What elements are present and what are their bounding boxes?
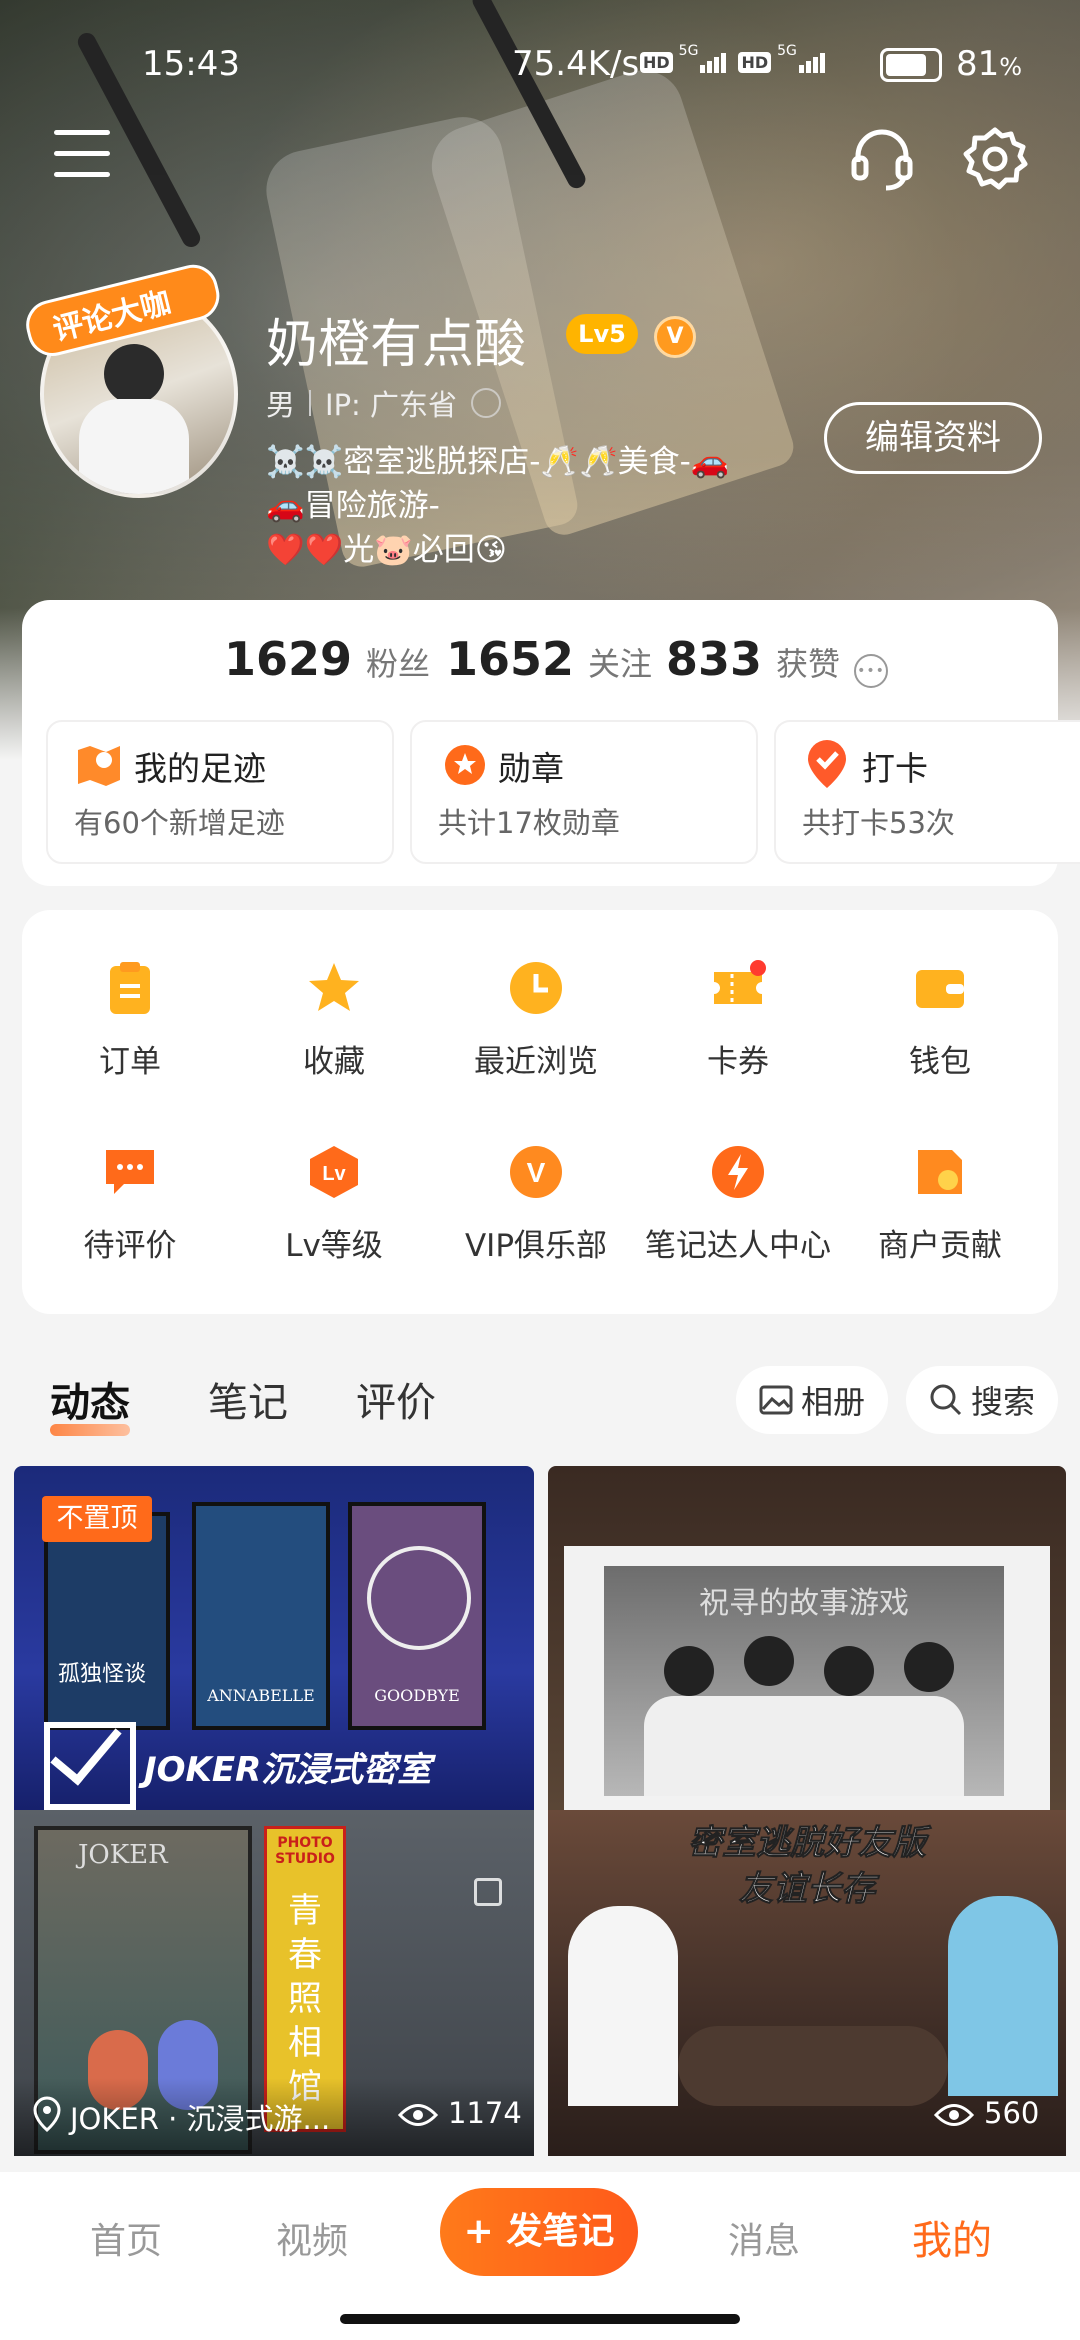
album-button[interactable]: 相册 bbox=[736, 1366, 888, 1434]
settings-gear-icon[interactable] bbox=[960, 124, 1030, 194]
network-speed: 75.4K/s bbox=[512, 44, 640, 84]
signal-icon: 5G bbox=[777, 43, 825, 73]
search-icon bbox=[930, 1384, 962, 1416]
profile-meta: 男 IP: 广东省 bbox=[266, 382, 502, 424]
wallet-icon bbox=[916, 970, 964, 1008]
svg-text:Lv: Lv bbox=[322, 1163, 346, 1185]
tab-notes[interactable]: 笔记 bbox=[208, 1370, 288, 1428]
map-icon bbox=[78, 746, 120, 786]
menu-wallet[interactable]: 钱包 bbox=[832, 910, 1048, 1090]
vip-badge[interactable]: V bbox=[654, 316, 696, 358]
view-count: 560 bbox=[984, 2096, 1040, 2130]
eye-icon bbox=[934, 2104, 974, 2126]
post-overlay-text: JOKER沉浸式密室 bbox=[144, 1750, 432, 1790]
comment-icon bbox=[106, 1150, 154, 1194]
username: 奶橙有点酸 bbox=[266, 315, 527, 375]
menu-recent[interactable]: 最近浏览 bbox=[428, 910, 644, 1090]
menu-icon[interactable] bbox=[54, 130, 110, 178]
eye-icon bbox=[398, 2104, 438, 2126]
poster: 孤独怪谈 bbox=[44, 1512, 170, 1730]
menu-level[interactable]: Lv Lv等级 bbox=[226, 1094, 442, 1274]
ip-location: IP: 广东省 bbox=[325, 388, 458, 422]
menu-merchant-contribution[interactable]: 商户贡献 bbox=[832, 1094, 1048, 1274]
home-indicator bbox=[340, 2314, 740, 2324]
menu-favorites[interactable]: 收藏 bbox=[226, 910, 442, 1090]
polaroid-photo: 祝寻的故事游戏 bbox=[564, 1546, 1050, 1810]
nav-mine[interactable]: 我的 bbox=[912, 2208, 992, 2266]
service-menu: 订单 收藏 最近浏览 卡券 钱包 待评价 Lv Lv等级 V VIP俱乐部 笔记… bbox=[22, 910, 1058, 1314]
nav-messages[interactable]: 消息 bbox=[728, 2212, 800, 2264]
status-time: 15:43 bbox=[142, 44, 240, 84]
menu-pending-review[interactable]: 待评价 bbox=[22, 1094, 238, 1274]
location-check-icon bbox=[808, 740, 846, 788]
svg-text:V: V bbox=[527, 1157, 546, 1188]
gender: 男 bbox=[266, 388, 296, 422]
lightning-icon bbox=[712, 1146, 764, 1198]
nav-home[interactable]: 首页 bbox=[90, 2212, 162, 2264]
post-card-1[interactable]: 孤独怪谈 ANNABELLE GOODBYE JOKER沉浸式密室 不置顶 JO… bbox=[14, 1466, 534, 2156]
level-icon: Lv bbox=[310, 1146, 358, 1198]
tab-updates[interactable]: 动态 bbox=[50, 1370, 130, 1436]
hd-icon: HD bbox=[640, 52, 673, 73]
shop-icon bbox=[918, 1150, 962, 1194]
edit-profile-button[interactable]: 编辑资料 bbox=[824, 402, 1042, 474]
medal-card[interactable]: 勋章 共计17枚勋章 bbox=[410, 720, 758, 864]
poster: GOODBYE bbox=[348, 1502, 486, 1730]
level-badge[interactable]: Lv5 bbox=[566, 314, 638, 354]
bio: ☠️☠️密室逃脱探店-🥂🥂美食-🚗 🚗冒险旅游- ❤️❤️光🐷必回😘 bbox=[266, 444, 730, 568]
image-icon bbox=[759, 1385, 793, 1415]
more-icon[interactable]: ••• bbox=[854, 654, 889, 688]
poster: ANNABELLE bbox=[192, 1502, 330, 1730]
create-post-button[interactable]: + 发笔记 bbox=[440, 2188, 638, 2276]
vip-icon: V bbox=[510, 1146, 562, 1198]
fans-stat[interactable]: 1629 粉丝 bbox=[224, 632, 430, 686]
search-button[interactable]: 搜索 bbox=[906, 1366, 1058, 1434]
tab-reviews[interactable]: 评价 bbox=[356, 1370, 436, 1428]
post-card-2[interactable]: 祝寻的故事游戏 密室逃脱好友版 友谊长存 560 bbox=[548, 1466, 1066, 2156]
footprint-card[interactable]: 我的足迹 有60个新增足迹 bbox=[46, 720, 394, 864]
battery-icon bbox=[880, 48, 942, 82]
menu-vip[interactable]: V VIP俱乐部 bbox=[428, 1094, 644, 1274]
checkbox-logo-icon bbox=[44, 1710, 136, 1810]
signal-icon: 5G bbox=[679, 43, 727, 73]
menu-coupons[interactable]: 卡券 bbox=[630, 910, 846, 1090]
info-icon[interactable] bbox=[471, 388, 502, 418]
signal-indicators: HD 5G HD 5G bbox=[640, 43, 825, 73]
bottom-navigation: 首页 视频 + 发笔记 消息 我的 bbox=[0, 2172, 1080, 2340]
hd-icon: HD bbox=[738, 52, 772, 73]
post-overlay-text: 密室逃脱好友版 友谊长存 bbox=[688, 1823, 927, 1910]
clipboard-icon bbox=[110, 962, 150, 1014]
checkin-card[interactable]: 打卡 共打卡53次 bbox=[774, 720, 1080, 864]
likes-stat[interactable]: 833 获赞 ••• bbox=[666, 632, 889, 688]
follow-stat[interactable]: 1652 关注 bbox=[446, 632, 652, 686]
view-count: 1174 bbox=[448, 2096, 522, 2130]
clock-icon bbox=[510, 962, 562, 1014]
customer-service-icon[interactable] bbox=[848, 124, 916, 192]
medal-icon bbox=[445, 745, 485, 785]
ticket-icon bbox=[714, 960, 766, 1004]
unpin-badge[interactable]: 不置顶 bbox=[42, 1496, 152, 1542]
star-icon bbox=[309, 963, 359, 1011]
post-location[interactable]: JOKER · 沉浸式游... bbox=[70, 2096, 330, 2138]
menu-orders[interactable]: 订单 bbox=[22, 910, 238, 1090]
nav-video[interactable]: 视频 bbox=[276, 2212, 348, 2264]
multi-image-icon bbox=[474, 1878, 502, 1906]
menu-creator-center[interactable]: 笔记达人中心 bbox=[630, 1094, 846, 1274]
battery-level: 81% bbox=[956, 44, 1023, 84]
location-pin-icon bbox=[33, 2096, 61, 2132]
